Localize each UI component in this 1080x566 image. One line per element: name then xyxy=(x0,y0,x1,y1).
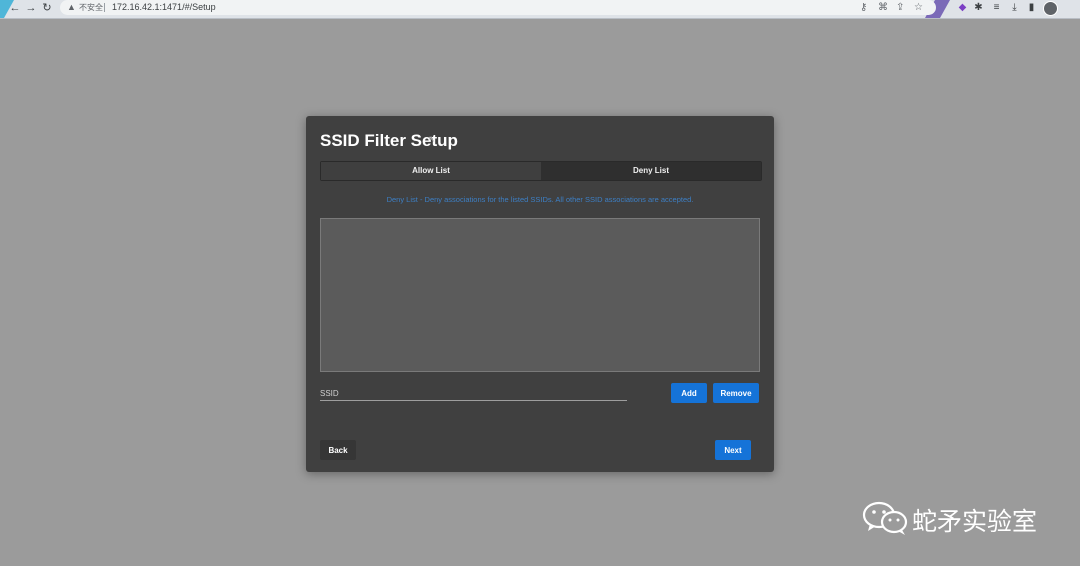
share-icon[interactable]: ⇪ xyxy=(896,0,904,15)
forward-arrow-icon[interactable]: → xyxy=(24,1,38,15)
list-mode-tabs: Allow List Deny List xyxy=(320,161,762,181)
warning-triangle-icon[interactable]: ▲ xyxy=(67,0,76,15)
translate-icon[interactable]: ⌘ xyxy=(878,0,888,15)
list-mode-description: Deny List - Deny associations for the li… xyxy=(386,195,694,204)
mouse-cursor-icon: ↖ xyxy=(428,134,436,144)
key-icon[interactable]: ⚷ xyxy=(860,0,867,15)
tab-allow-list[interactable]: Allow List xyxy=(321,162,541,180)
reload-icon[interactable]: ↻ xyxy=(40,1,54,15)
omnibox-divider xyxy=(104,3,105,12)
tab-deny-list[interactable]: Deny List xyxy=(541,162,761,180)
download-icon[interactable]: ⤓ xyxy=(1008,1,1021,14)
add-button[interactable]: Add xyxy=(671,383,707,403)
ssid-input[interactable] xyxy=(320,386,627,401)
reading-list-icon[interactable]: ≡ xyxy=(990,1,1003,14)
browser-toolbar: ← → ↻ ▲ 不安全 172.16.42.1:1471/#/Setup ⚷ ⌘… xyxy=(0,0,1080,19)
back-button[interactable]: Back xyxy=(320,440,356,460)
puzzle-icon[interactable]: ✱ xyxy=(972,1,985,14)
bookmark-star-icon[interactable]: ☆ xyxy=(914,0,923,15)
ssid-filter-dialog: SSID Filter Setup ↖ Allow List Deny List… xyxy=(306,116,774,472)
dialog-title: SSID Filter Setup xyxy=(320,131,458,150)
side-panel-icon[interactable]: ▮ xyxy=(1025,1,1038,14)
address-bar[interactable]: ▲ 不安全 172.16.42.1:1471/#/Setup ⚷ ⌘ ⇪ ☆ xyxy=(60,0,936,15)
ssid-list[interactable] xyxy=(320,218,760,372)
security-status-label[interactable]: 不安全 xyxy=(79,0,103,15)
url-text[interactable]: 172.16.42.1:1471/#/Setup xyxy=(112,0,216,15)
remove-button[interactable]: Remove xyxy=(713,383,759,403)
wechat-logo-icon xyxy=(862,501,908,535)
next-button[interactable]: Next xyxy=(715,440,751,460)
extension-icon[interactable]: ◆ xyxy=(956,1,969,14)
watermark-text: 蛇矛实验室 xyxy=(912,507,1038,536)
back-arrow-icon[interactable]: ← xyxy=(8,1,22,15)
profile-avatar[interactable] xyxy=(1043,1,1058,16)
